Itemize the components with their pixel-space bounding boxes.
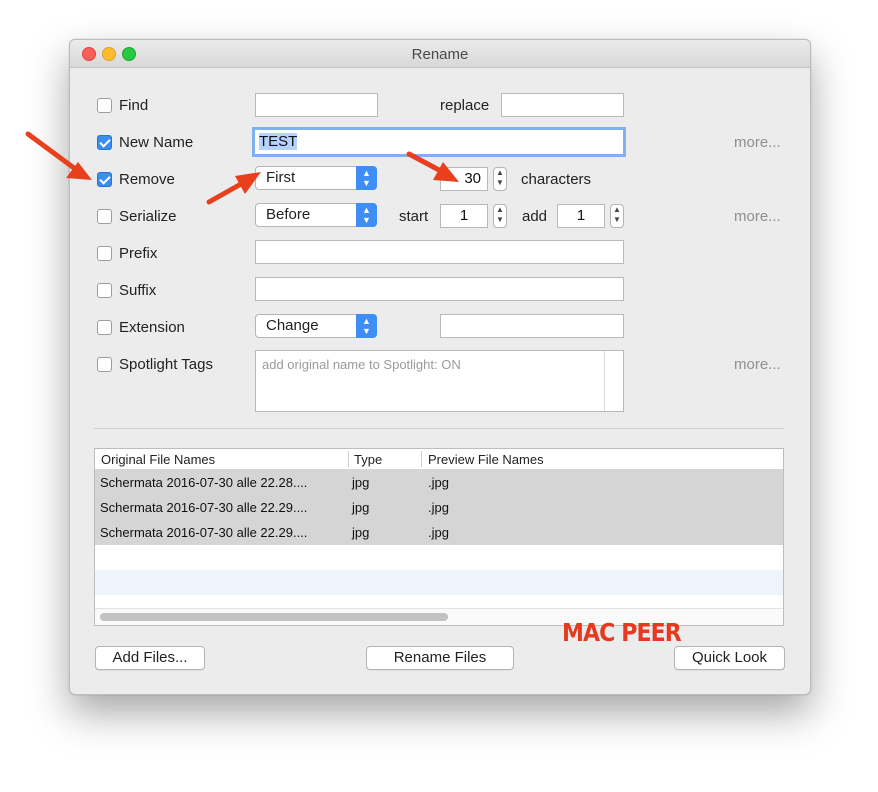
- extension-checkbox[interactable]: [97, 320, 112, 335]
- new-name-more-link[interactable]: more...: [734, 134, 781, 151]
- original-name-cell: Schermata 2016-07-30 alle 22.28....: [100, 475, 308, 490]
- extension-mode-value: Change: [266, 317, 319, 334]
- prefix-label: Prefix: [119, 245, 158, 262]
- preview-name-cell: .jpg: [428, 500, 449, 515]
- chevron-updown-icon: ▲ ▼: [356, 166, 377, 190]
- annotation-arrow-icon: [206, 172, 261, 205]
- annotation-arrow-icon: [406, 151, 459, 182]
- table-row-empty: [95, 545, 783, 570]
- new-name-label: New Name: [119, 134, 194, 151]
- chevron-updown-icon: ▲ ▼: [356, 203, 377, 227]
- rename-window: Rename Find replace New Name TEST more..…: [69, 39, 811, 695]
- find-label: Find: [119, 97, 149, 114]
- column-separator[interactable]: [348, 451, 349, 467]
- column-header-preview[interactable]: Preview File Names: [428, 452, 544, 467]
- remove-position-value: First: [266, 169, 296, 186]
- type-cell: jpg: [352, 525, 370, 540]
- table-row-empty: [95, 570, 783, 595]
- spotlight-tags-placeholder: add original name to Spotlight: ON: [262, 357, 461, 372]
- replace-field[interactable]: [501, 93, 624, 117]
- annotation-arrow-icon: [25, 131, 92, 180]
- preview-name-cell: .jpg: [428, 525, 449, 540]
- serialize-position-value: Before: [266, 206, 311, 223]
- serialize-add-stepper[interactable]: ▲ ▼: [610, 204, 624, 228]
- type-cell: jpg: [352, 475, 370, 490]
- column-separator[interactable]: [421, 451, 422, 467]
- suffix-label: Suffix: [119, 282, 157, 299]
- extension-mode-popup[interactable]: Change ▲ ▼: [255, 314, 377, 338]
- suffix-checkbox[interactable]: [97, 283, 112, 298]
- extension-label: Extension: [119, 319, 185, 336]
- file-table[interactable]: Original File Names Type Preview File Na…: [94, 448, 784, 626]
- column-header-type[interactable]: Type: [354, 452, 382, 467]
- rename-files-button[interactable]: Rename Files: [366, 646, 514, 670]
- chevron-updown-icon: ▲ ▼: [356, 314, 377, 338]
- prefix-checkbox[interactable]: [97, 246, 112, 261]
- original-name-cell: Schermata 2016-07-30 alle 22.29....: [100, 500, 308, 515]
- remove-label: Remove: [119, 171, 175, 188]
- type-cell: jpg: [352, 500, 370, 515]
- quick-look-button[interactable]: Quick Look: [674, 646, 785, 670]
- title-bar: Rename: [70, 40, 810, 68]
- mac-peer-watermark: MAC PEER: [562, 618, 682, 647]
- prefix-field[interactable]: [255, 240, 624, 264]
- spotlight-tags-checkbox[interactable]: [97, 357, 112, 372]
- serialize-label: Serialize: [119, 208, 177, 225]
- spotlight-more-link[interactable]: more...: [734, 356, 781, 373]
- serialize-add-field[interactable]: 1: [557, 204, 605, 228]
- serialize-position-popup[interactable]: Before ▲ ▼: [255, 203, 377, 227]
- new-name-value: TEST: [259, 133, 298, 150]
- separator: [94, 428, 784, 429]
- add-label: add: [522, 208, 548, 225]
- preview-name-cell: .jpg: [428, 475, 449, 490]
- extension-field[interactable]: [440, 314, 624, 338]
- remove-position-popup[interactable]: First ▲ ▼: [255, 166, 377, 190]
- serialize-start-field[interactable]: 1: [440, 204, 488, 228]
- find-field[interactable]: [255, 93, 378, 117]
- start-label: start: [399, 208, 429, 225]
- spotlight-tags-label: Spotlight Tags: [119, 356, 213, 373]
- spotlight-tags-textarea[interactable]: add original name to Spotlight: ON: [255, 350, 624, 412]
- replace-label: replace: [440, 97, 490, 114]
- textarea-scrollbar[interactable]: [604, 351, 623, 411]
- table-row[interactable]: Schermata 2016-07-30 alle 22.29.... jpg …: [95, 520, 783, 545]
- scrollbar-thumb[interactable]: [100, 613, 448, 621]
- column-header-original[interactable]: Original File Names: [101, 452, 215, 467]
- serialize-checkbox[interactable]: [97, 209, 112, 224]
- find-checkbox[interactable]: [97, 98, 112, 113]
- suffix-field[interactable]: [255, 277, 624, 301]
- table-header: Original File Names Type Preview File Na…: [95, 449, 783, 470]
- add-files-button[interactable]: Add Files...: [95, 646, 205, 670]
- serialize-start-stepper[interactable]: ▲ ▼: [493, 204, 507, 228]
- characters-label: characters: [521, 171, 592, 188]
- table-row[interactable]: Schermata 2016-07-30 alle 22.28.... jpg …: [95, 470, 783, 495]
- serialize-more-link[interactable]: more...: [734, 208, 781, 225]
- window-title: Rename: [411, 46, 469, 63]
- original-name-cell: Schermata 2016-07-30 alle 22.29....: [100, 525, 308, 540]
- table-row[interactable]: Schermata 2016-07-30 alle 22.29.... jpg …: [95, 495, 783, 520]
- remove-count-stepper[interactable]: ▲ ▼: [493, 167, 507, 191]
